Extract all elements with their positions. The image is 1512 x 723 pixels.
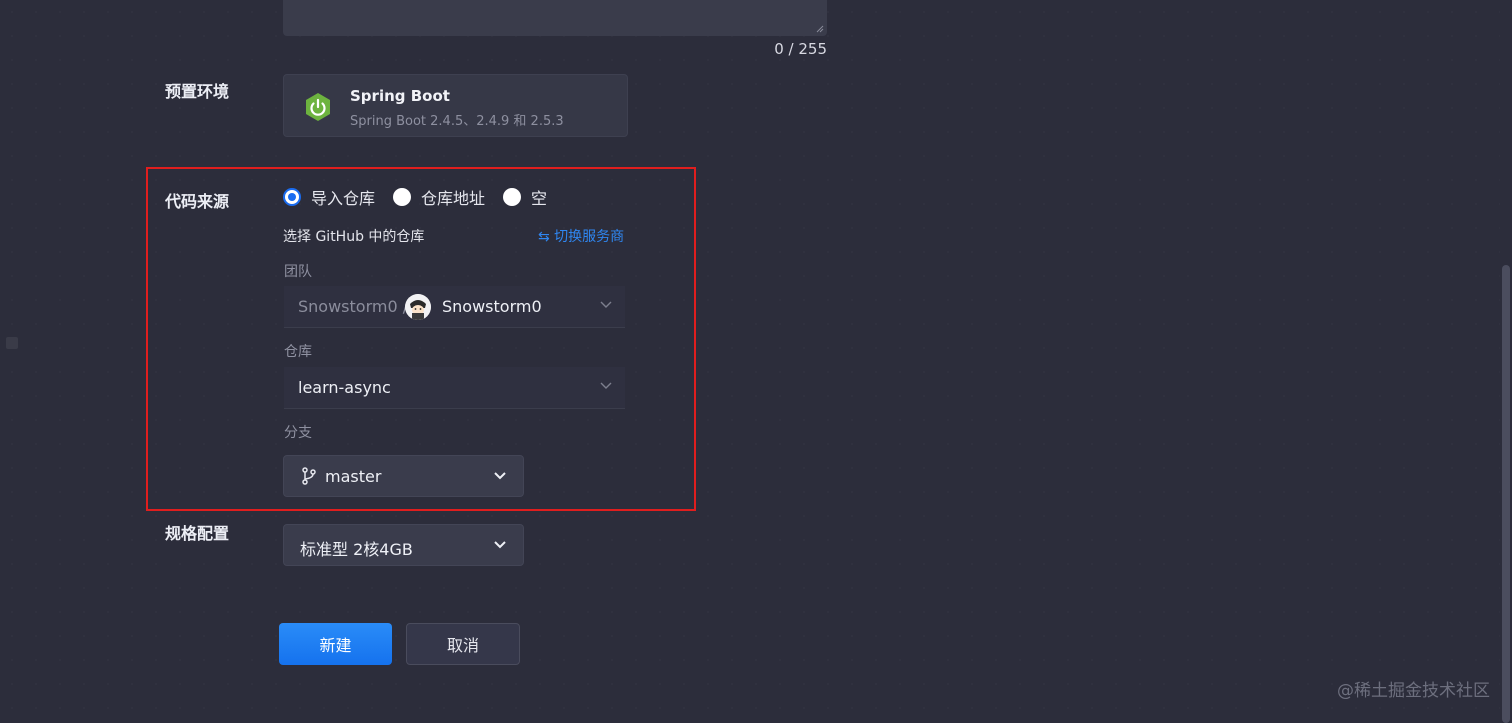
team-name: Snowstorm0	[442, 297, 542, 316]
code-source-radio-group: 导入仓库 仓库地址 空	[283, 186, 547, 208]
git-branch-icon	[302, 467, 316, 485]
radio-label: 仓库地址	[421, 189, 486, 208]
repo-select[interactable]: learn-async	[284, 367, 625, 409]
avatar	[405, 294, 431, 320]
create-button[interactable]: 新建	[279, 623, 392, 665]
cancel-button[interactable]: 取消	[406, 623, 520, 665]
chevron-down-icon	[494, 541, 506, 549]
branch-value: master	[325, 467, 382, 486]
watermark-text: @稀土掘金技术社区	[1337, 681, 1490, 701]
team-label: 团队	[284, 264, 312, 280]
branch-dropdown[interactable]: master	[283, 455, 524, 497]
radio-unchecked-icon[interactable]	[503, 188, 522, 206]
radio-label: 导入仓库	[311, 189, 376, 208]
avatar-image-icon	[405, 294, 431, 320]
scrollbar-thumb[interactable]	[1502, 265, 1510, 723]
radio-checked-icon[interactable]	[283, 188, 301, 206]
side-handle[interactable]	[6, 337, 18, 349]
spec-value: 标准型 2核4GB	[300, 540, 413, 559]
repo-hint-text: 选择 GitHub 中的仓库	[283, 229, 425, 245]
resize-grip-icon[interactable]	[816, 25, 824, 33]
preset-env-title: Spring Boot	[350, 87, 450, 105]
team-owner: Snowstorm0 /	[298, 297, 409, 316]
radio-empty[interactable]: 空	[503, 185, 547, 209]
spec-dropdown[interactable]: 标准型 2核4GB	[283, 524, 524, 566]
team-select[interactable]: Snowstorm0 / Snowstorm0	[284, 286, 625, 328]
preset-env-subtitle: Spring Boot 2.4.5、2.4.9 和 2.5.3	[350, 114, 564, 129]
scrollbar[interactable]	[1500, 0, 1512, 723]
switch-provider-link[interactable]: ⇆ 切换服务商	[538, 226, 624, 246]
preset-env-label: 预置环境	[165, 82, 230, 101]
char-counter: 0 / 255	[774, 40, 827, 58]
chevron-down-icon	[494, 472, 506, 480]
spec-label: 规格配置	[165, 524, 230, 543]
repo-value: learn-async	[298, 378, 391, 397]
radio-label: 空	[531, 189, 548, 208]
spring-boot-icon	[306, 93, 330, 121]
branch-label: 分支	[284, 425, 312, 441]
code-source-label: 代码来源	[165, 192, 230, 211]
create-workspace-page: 0 / 255 预置环境 Spring Boot Spring Boot 2.4…	[0, 0, 1512, 723]
radio-unchecked-icon[interactable]	[393, 188, 412, 206]
preset-env-card[interactable]: Spring Boot Spring Boot 2.4.5、2.4.9 和 2.…	[283, 74, 628, 137]
radio-import-repo[interactable]: 导入仓库	[283, 185, 375, 209]
radio-repo-url[interactable]: 仓库地址	[393, 185, 485, 209]
chevron-down-icon	[600, 382, 612, 389]
chevron-down-icon	[600, 301, 612, 308]
description-textarea[interactable]	[283, 0, 827, 36]
repo-label: 仓库	[284, 344, 312, 360]
